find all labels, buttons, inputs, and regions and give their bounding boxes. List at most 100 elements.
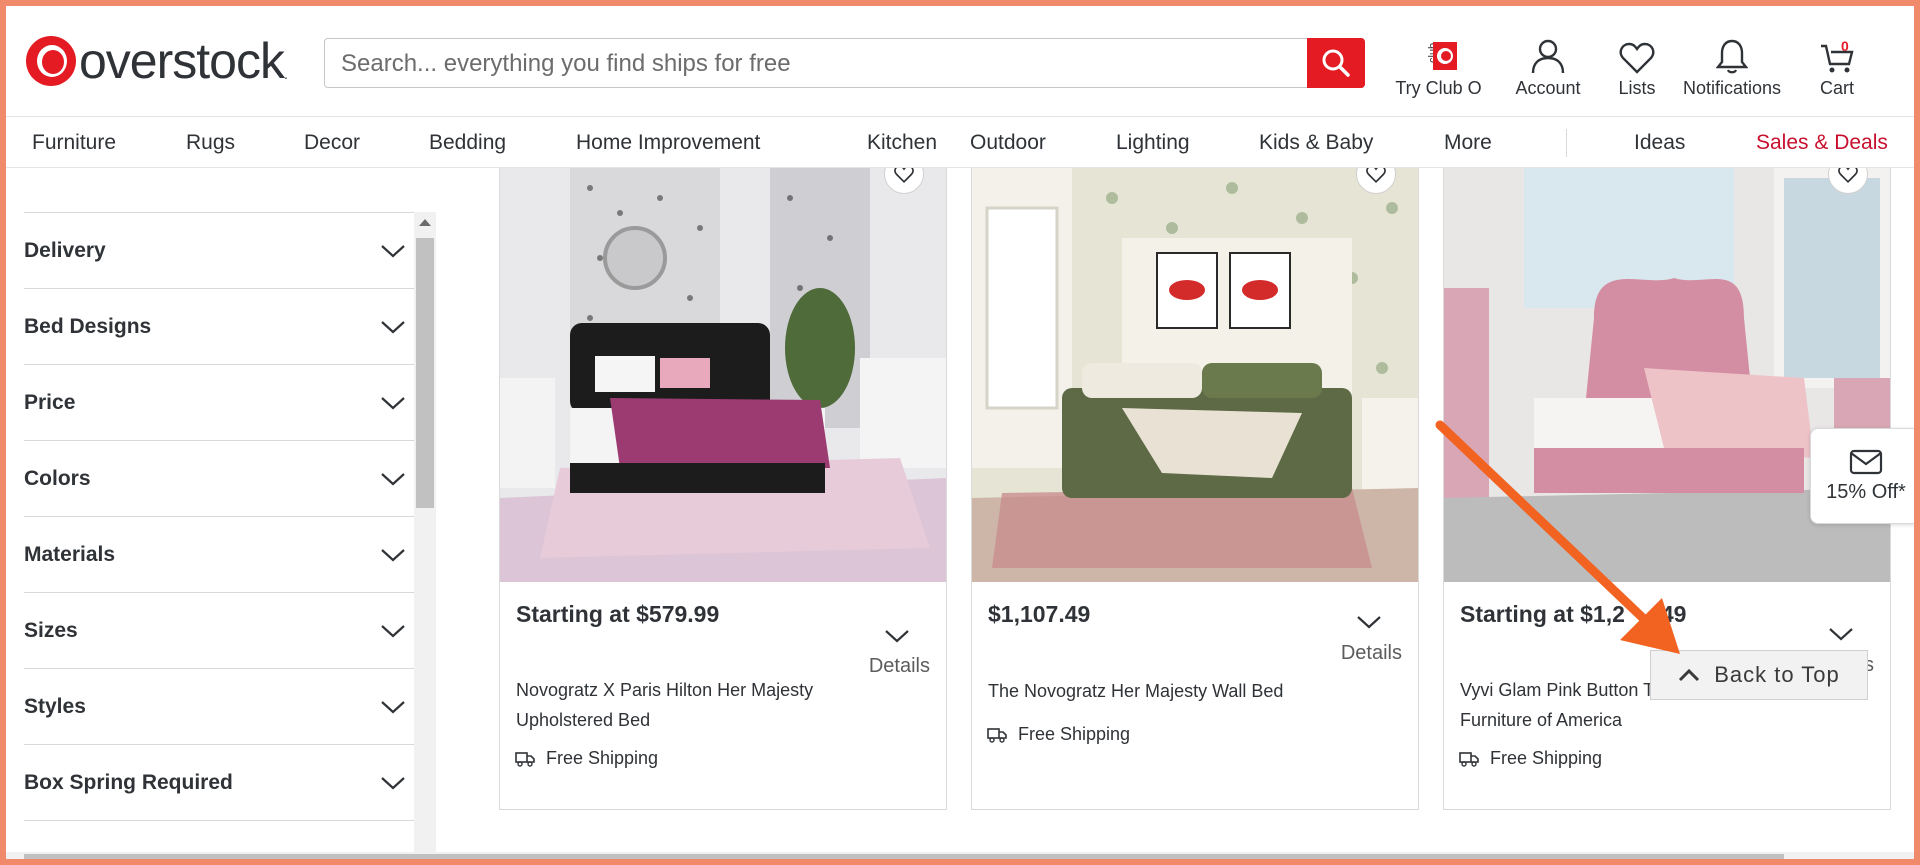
search-input[interactable] [339,49,1263,79]
shipping-truck-icon [1459,751,1479,767]
facet-materials[interactable]: Materials [24,516,414,592]
category-nav: Furniture Rugs Decor Bedding Home Improv… [6,116,1914,168]
facet-label: Materials [24,542,116,566]
chevron-down-icon[interactable] [1828,626,1854,642]
horizontal-scrollbar-thumb[interactable] [24,854,1784,864]
product-price: $1,107.49 [988,601,1091,627]
shipping-label: Free Shipping [546,748,659,768]
shipping-truck-icon [515,751,535,767]
facet-label: Styles [24,694,86,718]
facet-label: Delivery [24,238,106,262]
logo-dot: . [283,66,288,82]
nav-item-lighting[interactable]: Lighting [1116,131,1190,155]
nav-item-decor[interactable]: Decor [304,131,360,155]
nav-item-furniture[interactable]: Furniture [32,131,116,155]
facet-label: Sizes [24,618,78,642]
nav-divider [1566,129,1567,157]
chevron-down-icon[interactable] [1356,614,1382,630]
logo-text: overstock [79,33,285,89]
cart-icon [1821,44,1854,73]
heart-icon [1838,168,1858,183]
product-card[interactable]: Starting at $579.99 Details Novogratz X … [499,168,947,810]
bell-icon [1716,39,1748,74]
product-name[interactable]: Novogratz X Paris Hilton Her Majesty Uph… [516,675,846,735]
facet-styles[interactable]: Styles [24,668,414,744]
heart-icon [1366,168,1386,183]
cart-label: Cart [1819,78,1854,98]
free-shipping-badge: Free Shipping [986,724,1130,745]
nav-item-outdoor[interactable]: Outdoor [970,131,1046,155]
header-actions: club Try Club O Account Lists [1386,36,1867,99]
details-toggle[interactable]: Details [869,655,930,678]
cart-count-badge: 0 [1841,38,1849,54]
cart-button[interactable]: 0 Cart [1807,36,1867,99]
product-price-tail: 49 [1660,601,1687,627]
heart-icon [1619,42,1655,74]
email-promo-tab[interactable]: 15% Off* [1810,428,1920,524]
free-shipping-badge: Free Shipping [1458,748,1602,769]
chevron-down-icon [381,548,405,561]
chevron-down-icon [381,244,405,257]
nav-item-kitchen[interactable]: Kitchen [867,131,937,155]
nav-item-kids-baby[interactable]: Kids & Baby [1259,131,1373,155]
club-o-label: Try Club O [1395,78,1482,98]
shipping-truck-icon [987,727,1007,743]
club-o-icon: club [1427,42,1457,70]
product-price: Starting at $1,2 49 [1460,601,1686,628]
chevron-down-icon [381,776,405,789]
chevron-down-icon [381,624,405,637]
lists-label: Lists [1618,78,1656,98]
chevron-down-icon [381,320,405,333]
facet-sizes[interactable]: Sizes [24,592,414,668]
logo-mark-icon [26,36,76,86]
product-price: Starting at $579.99 [516,601,720,627]
account-button[interactable]: Account [1503,36,1593,99]
details-toggle[interactable]: Details [1341,642,1402,665]
lists-button[interactable]: Lists [1607,36,1667,99]
club-o-button[interactable]: club Try Club O [1386,36,1491,99]
envelope-icon [1849,449,1883,474]
sidebar-scrollbar-thumb[interactable] [416,238,434,508]
product-image[interactable] [500,168,946,582]
shipping-label: Free Shipping [1490,748,1603,768]
heart-icon [894,168,914,183]
chevron-down-icon [381,396,405,409]
facet-colors[interactable]: Colors [24,440,414,516]
facet-bed-designs[interactable]: Bed Designs [24,288,414,364]
search-icon [1322,49,1350,77]
chevron-up-icon [1679,668,1700,682]
nav-item-ideas[interactable]: Ideas [1634,131,1685,155]
filter-sidebar: Delivery Bed Designs Price Colors Materi… [24,212,414,861]
product-image[interactable] [972,168,1418,582]
overstock-logo[interactable]: overstock . [26,36,288,86]
scroll-up-arrow-icon[interactable] [419,219,431,226]
product-name-line2: Furniture of America [1460,710,1623,730]
site-header: overstock . club Try Club O Account [6,6,1914,116]
nav-item-bedding[interactable]: Bedding [429,131,506,155]
chevron-down-icon [381,472,405,485]
product-name-line1: Vyvi Glam Pink Button T [1460,680,1655,700]
bed-image-illustration [500,168,946,582]
back-to-top-label: Back to Top [1714,662,1840,687]
facet-label: Bed Designs [24,314,152,338]
search-button[interactable] [1307,38,1365,88]
nav-item-more[interactable]: More [1444,131,1492,155]
chevron-down-icon[interactable] [884,628,910,644]
facet-delivery[interactable]: Delivery [24,212,414,288]
search-bar [324,38,1365,88]
product-name[interactable]: The Novogratz Her Majesty Wall Bed [988,676,1318,706]
product-price-visible: Starting at $1,2 [1460,601,1625,627]
nav-item-sales-deals[interactable]: Sales & Deals [1756,131,1888,155]
facet-price[interactable]: Price [24,364,414,440]
facet-label: Box Spring Required [24,770,233,794]
nav-item-rugs[interactable]: Rugs [186,131,235,155]
facet-box-spring-required[interactable]: Box Spring Required [24,744,414,820]
product-card[interactable]: $1,107.49 Details The Novogratz Her Maje… [971,168,1419,810]
bed-image-illustration [972,168,1418,582]
account-label: Account [1515,78,1581,98]
notifications-button[interactable]: Notifications [1677,36,1787,99]
chevron-down-icon [381,700,405,713]
facet-label: Price [24,390,76,414]
back-to-top-button[interactable]: Back to Top [1650,650,1868,700]
nav-item-home-improvement[interactable]: Home Improvement [576,131,760,155]
